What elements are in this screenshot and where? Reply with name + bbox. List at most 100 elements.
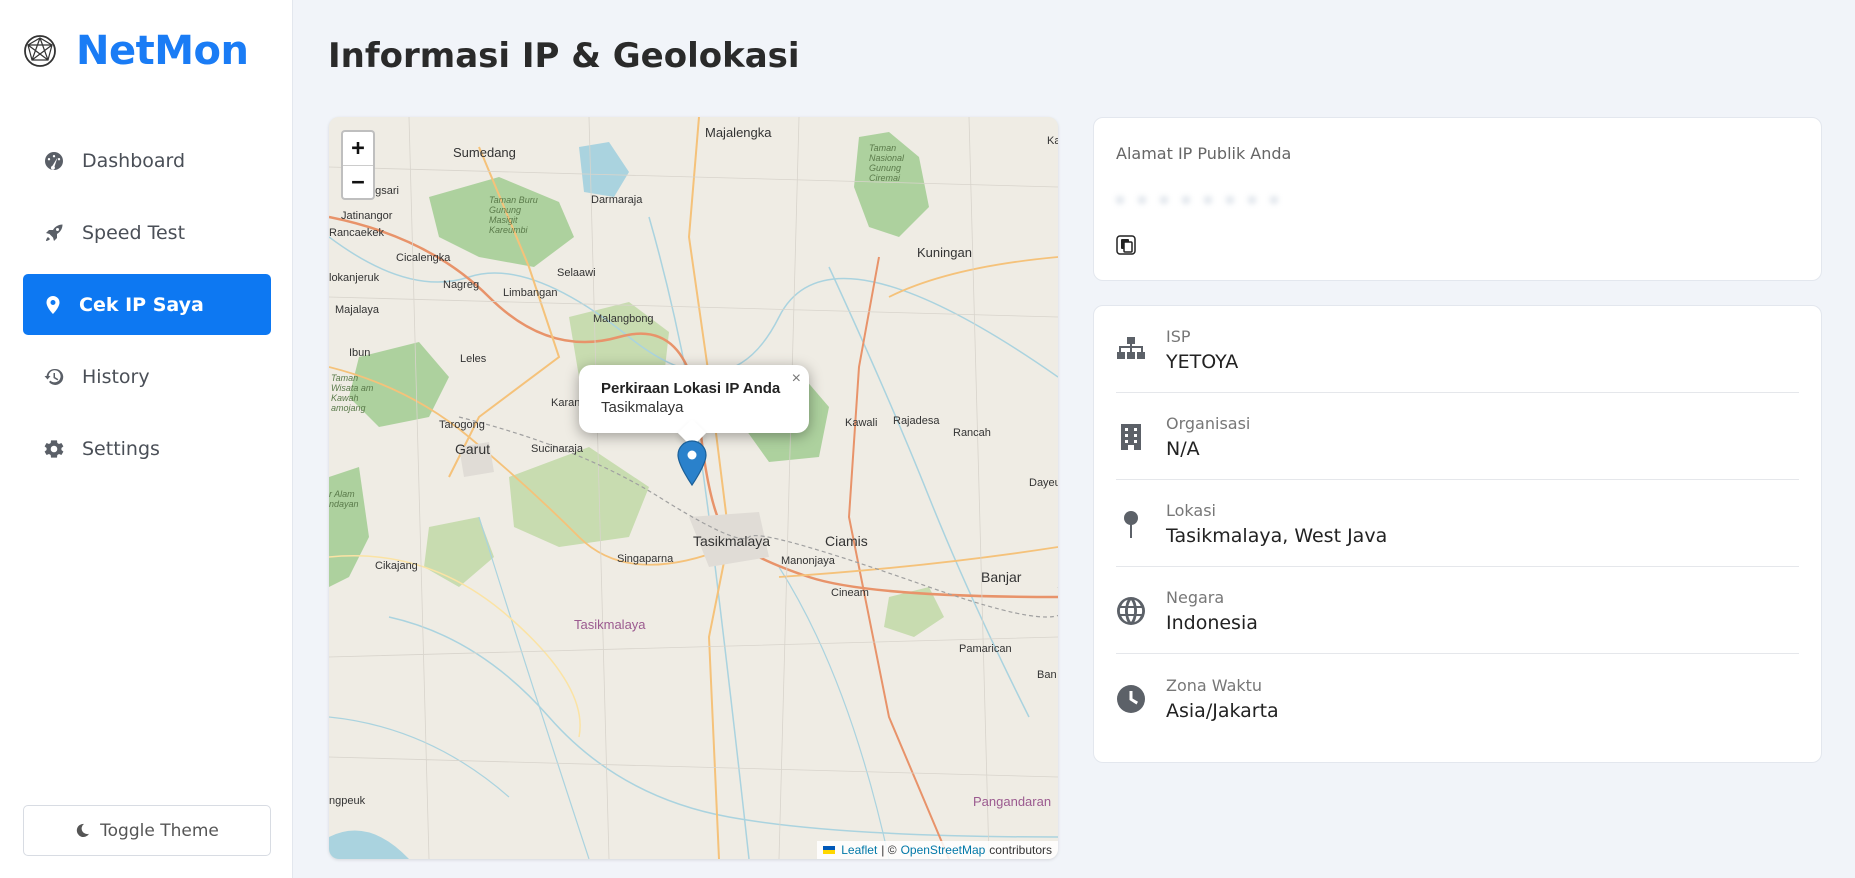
ukraine-flag-icon — [823, 846, 836, 854]
lokasi-label: Lokasi — [1166, 501, 1216, 520]
popup-close-button[interactable]: × — [792, 370, 801, 388]
map-label-cr-alam: r Alam ndayan — [329, 489, 359, 509]
public-ip-card: Alamat IP Publik Anda — [1093, 117, 1822, 281]
map-label-majalengka: Majalengka — [705, 125, 772, 140]
sidebar-item-label: History — [82, 365, 150, 388]
map-label-ibun: Ibun — [349, 347, 371, 359]
map-attribution: Leaflet | © OpenStreetMap contributors — [817, 841, 1058, 859]
sidebar: NetMon Dashboard Speed Test Cek IP Saya … — [0, 0, 293, 878]
map-label-selaawi: Selaawi — [557, 267, 596, 279]
map-label-cikajang: Cikajang — [375, 560, 418, 572]
brand-name: NetMon — [76, 28, 249, 74]
map-label-ka: Ka — [1047, 135, 1058, 147]
map-popup: × Perkiraan Lokasi IP Anda Tasikmalaya — [579, 365, 809, 433]
attribution-suffix: contributors — [989, 843, 1052, 857]
zona-waktu-label: Zona Waktu — [1166, 675, 1263, 695]
leaflet-link[interactable]: Leaflet — [841, 843, 877, 857]
negara-label: Negara — [1166, 588, 1225, 607]
sidebar-item-speed-test[interactable]: Speed Test — [23, 202, 271, 263]
sidebar-item-label: Speed Test — [82, 221, 186, 244]
public-ip-value-redacted — [1116, 193, 1416, 207]
map-label-cineam: Cineam — [831, 587, 869, 599]
info-row-negara: Negara Indonesia — [1116, 567, 1799, 654]
map-marker-icon[interactable] — [677, 440, 707, 486]
map-tiles — [329, 117, 1058, 859]
map-label-tasikmalaya-city: Tasikmalaya — [693, 533, 771, 549]
zoom-in-button[interactable]: + — [343, 132, 373, 165]
map-label-nagreg: Nagreg — [443, 279, 480, 291]
map-label-taman-nasional: Taman Nasional Gunung Ciremai — [869, 143, 905, 183]
organisasi-label: Organisasi — [1166, 414, 1251, 433]
rocket-icon — [46, 224, 63, 241]
info-row-isp: ISP YETOYA — [1116, 306, 1799, 393]
popup-title: Perkiraan Lokasi IP Anda — [601, 380, 781, 397]
osm-link[interactable]: OpenStreetMap — [901, 843, 986, 857]
organisasi-value: N/A — [1166, 438, 1200, 460]
map-label-ciamis: Ciamis — [825, 533, 868, 549]
gauge-icon — [45, 151, 63, 170]
sidebar-item-label: Cek IP Saya — [79, 293, 204, 316]
clock-icon — [1117, 684, 1145, 713]
map-label-taman-buru: Taman Buru Gunung Masigit Kareumbi — [489, 195, 538, 235]
map-label-rancah: Rancah — [953, 427, 991, 439]
gear-icon — [44, 439, 64, 458]
lokasi-value: Tasikmalaya, West Java — [1166, 525, 1388, 547]
page-title: Informasi IP & Geolokasi — [328, 36, 800, 76]
map-label-malangbong: Malangbong — [593, 313, 654, 325]
map-label-majalaya: Majalaya — [335, 304, 380, 316]
map-label-rajadesa: Rajadesa — [893, 415, 940, 427]
toggle-theme-label: Toggle Theme — [100, 820, 219, 841]
map-label-garut: Garut — [455, 441, 491, 457]
ip-info-card: ISP YETOYA Organisasi N/A Lokasi Tasikma… — [1093, 305, 1822, 763]
map[interactable]: Majalengka Sumedang Darmaraja Kuningan T… — [329, 117, 1058, 859]
attribution-separator: | © — [881, 843, 897, 857]
map-label-sucinaraja: Sucinaraja — [531, 443, 583, 455]
isp-value: YETOYA — [1166, 351, 1239, 373]
public-ip-label: Alamat IP Publik Anda — [1116, 144, 1292, 163]
map-label-ban: Ban — [1037, 669, 1057, 681]
map-label-pangandaran: Pangandaran — [973, 794, 1052, 809]
zoom-out-button[interactable]: − — [343, 165, 373, 198]
sidebar-item-cek-ip-saya[interactable]: Cek IP Saya — [23, 274, 271, 335]
map-label-limbangan: Limbangan — [503, 287, 558, 299]
sidebar-nav: Dashboard Speed Test Cek IP Saya History… — [23, 130, 271, 490]
map-label-kawali: Kawali — [845, 417, 878, 429]
history-icon — [44, 368, 64, 385]
map-label-tarogong: Tarogong — [439, 419, 485, 431]
map-label-tasikmalaya-region: Tasikmalaya — [574, 617, 646, 632]
info-row-organisasi: Organisasi N/A — [1116, 393, 1799, 480]
map-label-singaparna: Singaparna — [617, 553, 674, 565]
sidebar-item-history[interactable]: History — [23, 346, 271, 407]
map-label-taman-wisata: Taman Wisata am Kawah amojang — [331, 373, 374, 413]
map-label-banjar: Banjar — [981, 569, 1022, 585]
sidebar-item-label: Dashboard — [82, 149, 186, 172]
sidebar-item-dashboard[interactable]: Dashboard — [23, 130, 271, 191]
zoom-control: + − — [341, 130, 375, 200]
map-label-rancaekek: Rancaekek — [329, 227, 385, 239]
map-pin-icon — [1124, 511, 1138, 538]
network-icon — [1117, 337, 1145, 359]
map-label-kuningan: Kuningan — [917, 245, 972, 260]
brand[interactable]: NetMon — [22, 28, 249, 74]
info-row-zona-waktu: Zona Waktu Asia/Jakarta — [1116, 654, 1799, 741]
map-label-manonjaya: Manonjaya — [781, 555, 835, 567]
building-icon — [1121, 424, 1141, 450]
toggle-theme-button[interactable]: Toggle Theme — [23, 805, 271, 856]
moon-icon — [76, 823, 90, 838]
globe-network-icon — [24, 35, 56, 67]
map-label-jatinangor: Jatinangor — [341, 210, 393, 222]
isp-label: ISP — [1166, 327, 1191, 346]
negara-value: Indonesia — [1166, 612, 1258, 634]
copy-icon[interactable] — [1116, 235, 1136, 255]
info-row-lokasi: Lokasi Tasikmalaya, West Java — [1116, 480, 1799, 567]
globe-icon — [1117, 597, 1145, 625]
map-label-darmaraja: Darmaraja — [591, 194, 643, 206]
map-label-pamarican: Pamarican — [959, 643, 1012, 655]
map-label-dayeu: Dayeu — [1029, 477, 1058, 489]
sidebar-item-settings[interactable]: Settings — [23, 418, 271, 479]
popup-subtitle: Tasikmalaya — [601, 399, 684, 416]
map-label-cicalengka: Cicalengka — [396, 252, 451, 264]
zona-waktu-value: Asia/Jakarta — [1166, 699, 1279, 722]
map-label-sumedang: Sumedang — [453, 145, 516, 160]
map-pin-icon — [46, 295, 60, 314]
